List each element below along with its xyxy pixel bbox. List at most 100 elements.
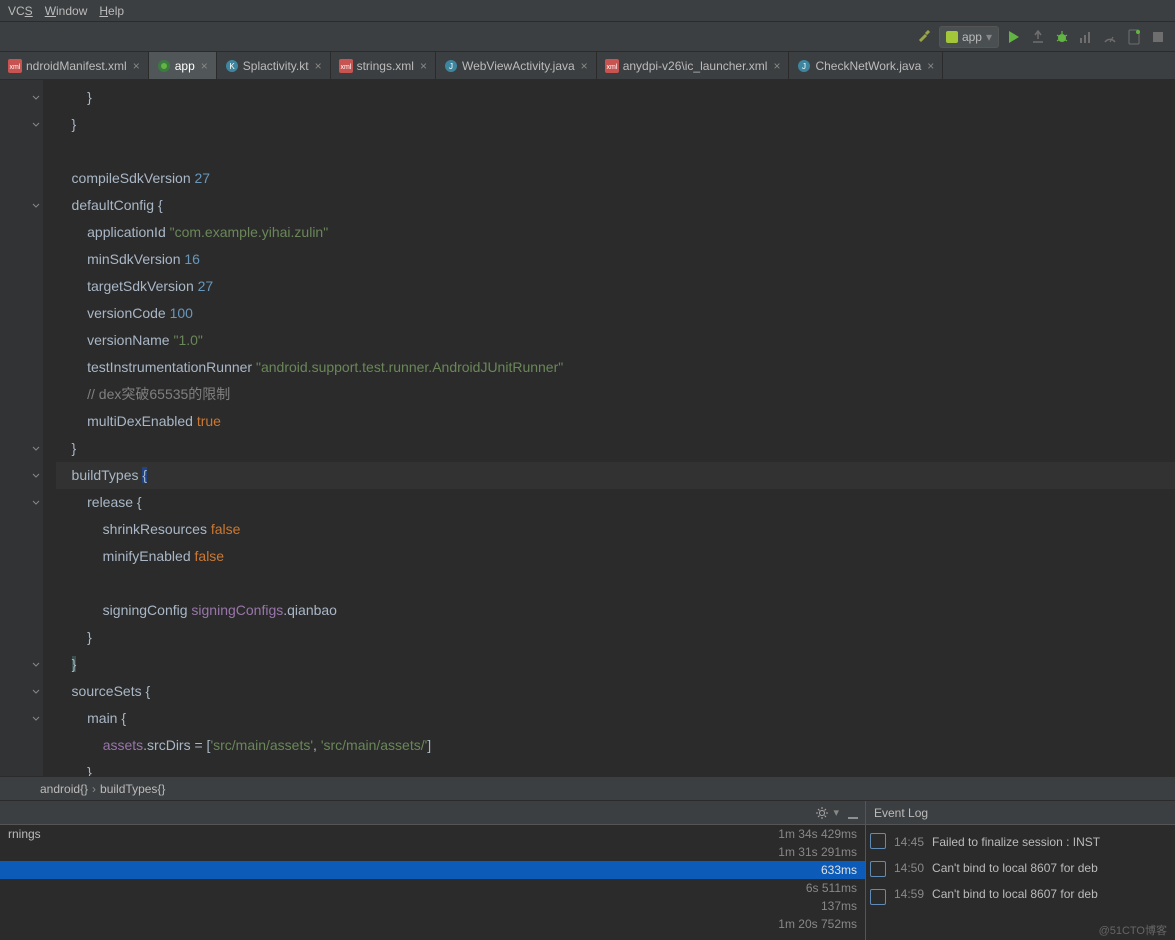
dropdown-icon[interactable]: ▾ [833, 806, 839, 819]
tab-label: anydpi-v26\ic_launcher.xml [623, 59, 768, 73]
menu-window[interactable]: Window [39, 4, 94, 18]
fold-marker-icon[interactable] [31, 200, 41, 210]
event-row[interactable]: 14:45Failed to finalize session : INST [894, 829, 1171, 855]
event-log-toolbar [866, 825, 890, 940]
fold-marker-icon[interactable] [31, 443, 41, 453]
build-output[interactable]: rnings 1m 34s 429ms1m 31s 291ms633ms6s 51… [0, 825, 865, 940]
event-message: Failed to finalize session : INST [932, 829, 1100, 855]
apply-changes-icon[interactable] [1029, 28, 1047, 46]
file-type-icon [157, 59, 171, 73]
breadcrumb-item[interactable]: android{} [40, 782, 88, 796]
file-type-icon: xml [8, 59, 22, 73]
event-tool-icon[interactable] [870, 889, 886, 905]
event-message: Can't bind to local 8607 for deb [932, 855, 1098, 881]
main-menu: VCS Window Help [0, 0, 1175, 22]
editor-tab[interactable]: K Splactivity.kt × [217, 52, 331, 79]
close-icon[interactable]: × [773, 59, 780, 73]
file-type-icon: K [225, 59, 239, 73]
svg-text:xml: xml [10, 64, 21, 71]
editor-tab[interactable]: J CheckNetWork.java × [789, 52, 943, 79]
build-time: 1m 34s 429ms [778, 825, 857, 843]
run-config-label: app [962, 30, 982, 44]
fold-marker-icon[interactable] [31, 659, 41, 669]
hammer-icon[interactable] [915, 28, 933, 46]
main-toolbar: app ▾ [0, 22, 1175, 52]
file-type-icon: J [444, 59, 458, 73]
tab-label: app [175, 59, 195, 73]
dropdown-icon: ▾ [986, 30, 992, 44]
editor-tab[interactable]: xmlndroidManifest.xml× [0, 52, 149, 79]
editor-tabs: xmlndroidManifest.xml×app×KSplactivity.k… [0, 52, 1175, 80]
build-time: 6s 511ms [806, 879, 857, 897]
event-time: 14:50 [894, 855, 924, 881]
fold-marker-icon[interactable] [31, 470, 41, 480]
editor-tab[interactable]: xml anydpi-v26\ic_launcher.xml × [597, 52, 790, 79]
tab-label: CheckNetWork.java [815, 59, 921, 73]
close-icon[interactable]: × [315, 59, 322, 73]
event-row[interactable]: 14:50 Can't bind to local 8607 for deb [894, 855, 1171, 881]
editor-gutter[interactable] [0, 80, 44, 776]
editor-tab[interactable]: xml strings.xml × [331, 52, 436, 79]
build-panel: ▾ rnings 1m 34s 429ms1m 31s 291ms633ms6s … [0, 801, 865, 940]
code-editor[interactable]: } } compileSdkVersion 27 defaultConfig {… [44, 80, 1175, 776]
close-icon[interactable]: × [201, 59, 208, 73]
android-icon [946, 31, 958, 43]
minimize-icon[interactable] [847, 807, 859, 819]
tab-label: strings.xml [357, 59, 414, 73]
event-log-panel: Event Log 14:45Failed to finalize sessio… [865, 801, 1175, 940]
close-icon[interactable]: × [927, 59, 934, 73]
fold-marker-icon[interactable] [31, 119, 41, 129]
editor-tab[interactable]: app × [149, 52, 217, 79]
watermark-text: @51CTO博客 [1099, 922, 1167, 938]
event-log-list[interactable]: 14:45Failed to finalize session : INST14… [890, 825, 1175, 940]
build-row[interactable]: rnings 1m 34s 429ms [0, 825, 865, 843]
build-row[interactable]: 1m 20s 752ms [0, 915, 865, 933]
build-row[interactable]: 1m 31s 291ms [0, 843, 865, 861]
build-panel-header: ▾ [0, 801, 865, 825]
fold-marker-icon[interactable] [31, 497, 41, 507]
svg-text:J: J [449, 62, 453, 71]
build-row[interactable]: 6s 511ms [0, 879, 865, 897]
close-icon[interactable]: × [420, 59, 427, 73]
event-time: 14:59 [894, 881, 924, 907]
breadcrumb-bar: android{} › buildTypes{} [0, 776, 1175, 800]
fold-marker-icon[interactable] [31, 686, 41, 696]
profiler-icon[interactable] [1077, 28, 1095, 46]
fold-marker-icon[interactable] [31, 713, 41, 723]
svg-text:K: K [229, 62, 235, 71]
tab-label: Splactivity.kt [243, 59, 309, 73]
menu-help[interactable]: Help [93, 4, 130, 18]
build-time: 137ms [821, 897, 857, 915]
build-time: 1m 20s 752ms [778, 915, 857, 933]
gear-icon[interactable] [815, 806, 829, 820]
event-tool-icon[interactable] [870, 833, 886, 849]
editor-area: } } compileSdkVersion 27 defaultConfig {… [0, 80, 1175, 776]
build-time: 1m 31s 291ms [778, 843, 857, 861]
build-row[interactable]: 633ms [0, 861, 865, 879]
breadcrumb-item[interactable]: buildTypes{} [100, 782, 165, 796]
gauge-icon[interactable] [1101, 28, 1119, 46]
file-type-icon: J [797, 59, 811, 73]
stop-icon[interactable] [1149, 28, 1167, 46]
svg-text:xml: xml [606, 64, 617, 71]
file-type-icon: xml [605, 59, 619, 73]
event-row[interactable]: 14:59 Can't bind to local 8607 for deb [894, 881, 1171, 907]
close-icon[interactable]: × [581, 59, 588, 73]
build-label: rnings [8, 825, 41, 843]
debug-icon[interactable] [1053, 28, 1071, 46]
close-icon[interactable]: × [133, 59, 140, 73]
run-icon[interactable] [1005, 28, 1023, 46]
file-type-icon: xml [339, 59, 353, 73]
event-tool-icon[interactable] [870, 861, 886, 877]
bottom-panel: ▾ rnings 1m 34s 429ms1m 31s 291ms633ms6s … [0, 800, 1175, 940]
tab-label: WebViewActivity.java [462, 59, 575, 73]
event-message: Can't bind to local 8607 for deb [932, 881, 1098, 907]
run-config-selector[interactable]: app ▾ [939, 26, 999, 48]
fold-marker-icon[interactable] [31, 92, 41, 102]
chevron-right-icon: › [92, 782, 96, 796]
build-row[interactable]: 137ms [0, 897, 865, 915]
device-icon[interactable] [1125, 28, 1143, 46]
menu-vcs[interactable]: VCS [2, 4, 39, 18]
svg-text:xml: xml [340, 64, 351, 71]
editor-tab[interactable]: J WebViewActivity.java × [436, 52, 597, 79]
